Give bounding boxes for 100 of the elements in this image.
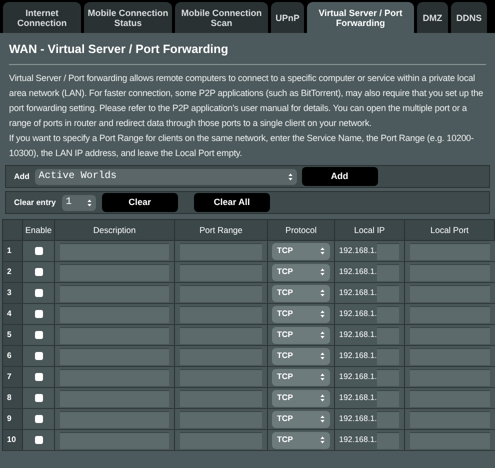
tab[interactable]: Mobile Connection Status — [84, 2, 172, 33]
clear-all-button[interactable]: Clear All — [194, 193, 270, 212]
protocol-select[interactable]: TCP — [272, 410, 330, 428]
protocol-select[interactable]: TCP — [272, 306, 330, 322]
local-port-field[interactable] — [410, 284, 490, 302]
local-port-field[interactable] — [410, 306, 490, 322]
port-range-field[interactable] — [180, 432, 262, 448]
stepper-arrows-icon — [320, 436, 325, 444]
tab[interactable]: DMZ — [417, 2, 448, 33]
description-field[interactable] — [60, 264, 169, 280]
ip-prefix: 192.168.1. — [339, 287, 377, 299]
tab[interactable]: Mobile Connection Scan — [175, 2, 268, 33]
enable-checkbox[interactable] — [34, 436, 42, 444]
row-number: 7 — [3, 367, 23, 387]
service-select[interactable]: Active Worlds — [34, 168, 297, 184]
port-range-field[interactable] — [180, 306, 262, 322]
tab[interactable]: UPnP — [271, 2, 304, 33]
enable-checkbox[interactable] — [34, 352, 42, 360]
enable-checkbox[interactable] — [34, 310, 42, 318]
local-port-field[interactable] — [410, 348, 490, 364]
port-range-field[interactable] — [180, 264, 262, 280]
protocol-select[interactable]: TCP — [272, 368, 330, 386]
ip-prefix: 192.168.1. — [339, 371, 377, 383]
stepper-arrows-icon — [320, 268, 325, 276]
enable-checkbox[interactable] — [34, 247, 42, 255]
ip-suffix-field[interactable] — [376, 348, 399, 364]
column-header: Local IP — [335, 220, 405, 240]
stepper-arrows-icon — [288, 172, 293, 180]
port-range-field[interactable] — [180, 326, 262, 344]
ip-suffix-field[interactable] — [376, 390, 399, 406]
stepper-arrows-icon — [320, 352, 325, 360]
ip-suffix-field[interactable] — [376, 432, 399, 448]
entry-select[interactable]: 1 — [62, 194, 96, 210]
ip-prefix: 192.168.1. — [339, 350, 377, 362]
clear-button[interactable]: Clear — [102, 193, 178, 212]
ip-prefix: 192.168.1. — [339, 329, 377, 341]
column-header: Enable — [23, 220, 55, 240]
local-port-field[interactable] — [410, 432, 490, 448]
port-range-field[interactable] — [180, 410, 262, 428]
description-field[interactable] — [60, 284, 169, 302]
protocol-select[interactable]: TCP — [272, 432, 330, 448]
tab[interactable]: Virtual Server / Port Forwarding — [307, 2, 414, 33]
ip-suffix-field[interactable] — [376, 368, 399, 386]
add-label: Add — [14, 170, 30, 182]
port-range-field[interactable] — [180, 242, 262, 260]
protocol-select[interactable]: TCP — [272, 326, 330, 344]
local-port-field[interactable] — [410, 242, 490, 260]
protocol-select[interactable]: TCP — [272, 390, 330, 406]
ip-suffix-field[interactable] — [376, 306, 399, 322]
protocol-select[interactable]: TCP — [272, 284, 330, 302]
port-range-field[interactable] — [180, 284, 262, 302]
local-port-field[interactable] — [410, 326, 490, 344]
local-port-field[interactable] — [410, 368, 490, 386]
stepper-arrows-icon — [320, 373, 325, 381]
description-field[interactable] — [60, 348, 169, 364]
enable-checkbox[interactable] — [34, 394, 42, 402]
description-text: Virtual Server / Port forwarding allows remote computers to connect to a specific computer or service within a private local area network (LAN). For faster connection, some P2P applications (such as BitTorrent), may also require that you set up the port forwarding setting. Please refer to the P2P application's user manual for details. You can open the multiple port or a range of ports in router and redirect data through those ports to a single client on your network. — [9, 72, 484, 130]
description-text: If you want to specify a Port Range for clients on the same network, enter the Service Name, the Port Range (e.g. 10200-10300), the LAN IP address, and leave the Local Port empty. — [9, 132, 475, 160]
ip-suffix-field[interactable] — [376, 326, 399, 344]
protocol-select[interactable]: TCP — [272, 264, 330, 280]
ip-prefix: 192.168.1. — [339, 308, 377, 320]
enable-checkbox[interactable] — [34, 289, 42, 297]
description-field[interactable] — [60, 368, 169, 386]
ip-suffix-field[interactable] — [376, 410, 399, 428]
description-field[interactable] — [60, 432, 169, 448]
stepper-arrows-icon — [320, 331, 325, 339]
ip-suffix-field[interactable] — [376, 264, 399, 280]
local-port-field[interactable] — [410, 390, 490, 406]
description-field[interactable] — [60, 242, 169, 260]
column-header: Port Range — [175, 220, 268, 240]
ip-prefix: 192.168.1. — [339, 413, 377, 425]
row-number: 9 — [3, 409, 23, 429]
add-button[interactable]: Add — [302, 167, 378, 186]
local-port-field[interactable] — [410, 264, 490, 280]
enable-checkbox[interactable] — [34, 331, 42, 339]
row-number: 6 — [3, 346, 23, 366]
enable-checkbox[interactable] — [34, 268, 42, 276]
tab[interactable]: Internet Connection — [3, 2, 81, 33]
stepper-arrows-icon — [320, 394, 325, 402]
port-range-field[interactable] — [180, 390, 262, 406]
stepper-arrows-icon — [86, 198, 92, 206]
tab[interactable]: DDNS — [451, 2, 487, 33]
description-field[interactable] — [60, 306, 169, 322]
description-field[interactable] — [60, 390, 169, 406]
column-header: Local Port — [405, 220, 495, 240]
port-range-field[interactable] — [180, 368, 262, 386]
protocol-select[interactable]: TCP — [272, 348, 330, 364]
ip-prefix: 192.168.1. — [339, 266, 377, 278]
column-header: Protocol — [268, 220, 335, 240]
enable-checkbox[interactable] — [34, 415, 42, 423]
description-field[interactable] — [60, 410, 169, 428]
ip-suffix-field[interactable] — [376, 284, 399, 302]
ip-suffix-field[interactable] — [376, 242, 399, 260]
enable-checkbox[interactable] — [34, 373, 42, 381]
port-range-field[interactable] — [180, 348, 262, 364]
ip-prefix: 192.168.1. — [339, 434, 377, 446]
local-port-field[interactable] — [410, 410, 490, 428]
protocol-select[interactable]: TCP — [272, 242, 330, 260]
description-field[interactable] — [60, 326, 169, 344]
stepper-arrows-icon — [320, 289, 325, 297]
